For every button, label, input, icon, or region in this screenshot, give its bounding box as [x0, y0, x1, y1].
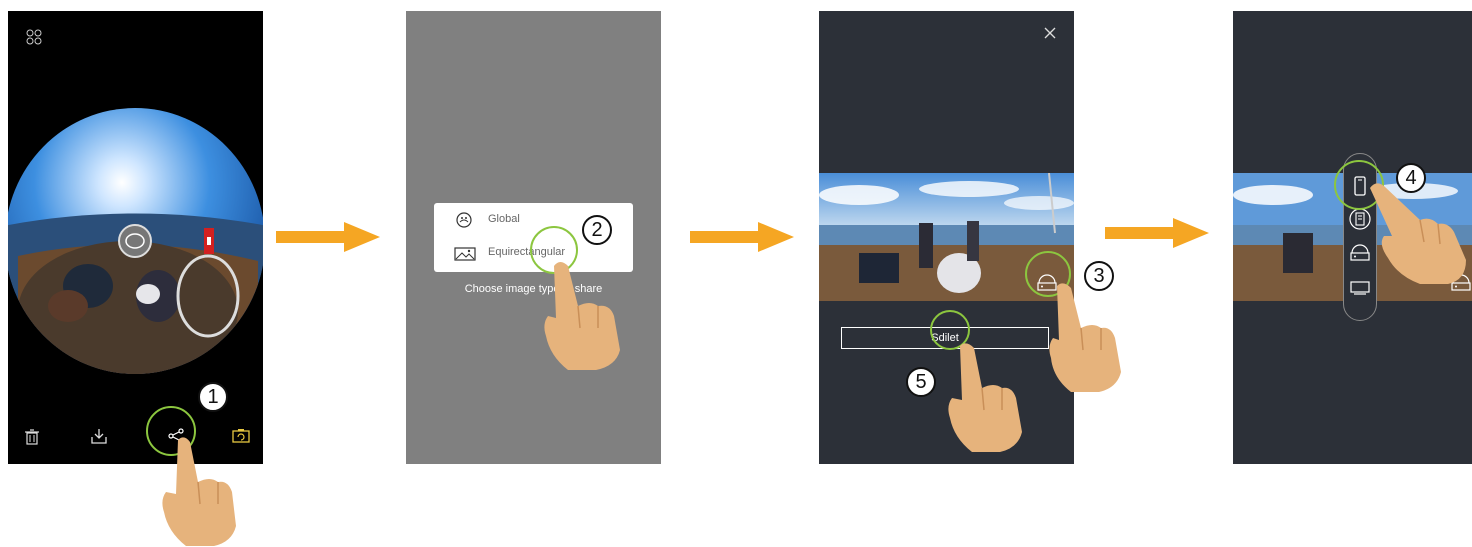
download-icon[interactable]: [91, 428, 107, 444]
step-number-5: 5: [906, 367, 936, 397]
pointing-hand-icon: [948, 343, 1022, 452]
trash-icon[interactable]: [25, 429, 39, 445]
global-sphere-icon: [456, 212, 472, 228]
pointing-hand-icon: [1049, 283, 1121, 392]
option-global-label: Global: [488, 213, 520, 225]
pointing-hand-icon: [162, 437, 236, 546]
pointing-hand-icon: [544, 262, 620, 370]
step-number-2: 2: [582, 215, 612, 245]
arrow-right-icon: [276, 222, 380, 252]
close-icon[interactable]: [1044, 27, 1056, 39]
fisheye-photo[interactable]: [8, 106, 263, 376]
arrow-right-icon: [1105, 218, 1209, 248]
equirectangular-landscape-icon: [454, 247, 476, 261]
grid-dots-icon[interactable]: [26, 29, 42, 45]
choose-type-caption: Choose image type to share: [464, 283, 603, 295]
pointing-hand-icon: [1370, 183, 1466, 284]
arrow-right-icon: [690, 222, 794, 252]
step-number-1: 1: [198, 382, 228, 412]
